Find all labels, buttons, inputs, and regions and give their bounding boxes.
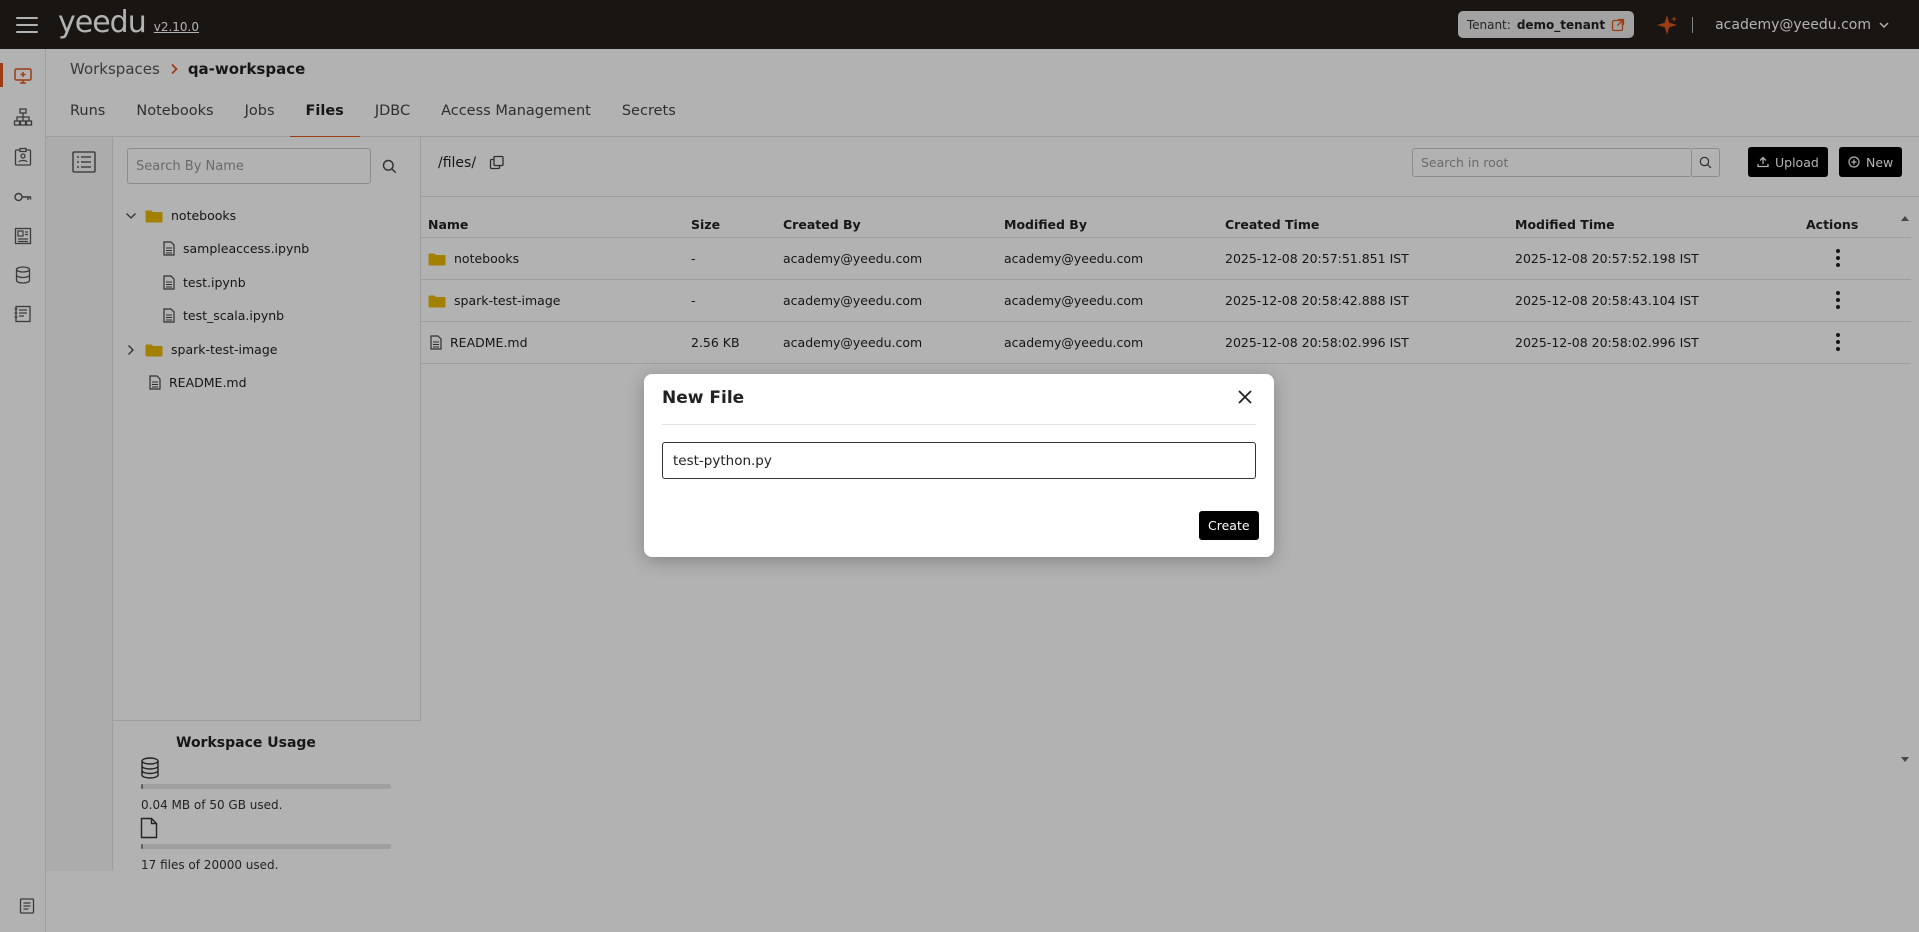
new-file-dialog: New File Create xyxy=(644,374,1274,557)
dialog-divider xyxy=(662,424,1256,425)
close-icon[interactable] xyxy=(1236,388,1254,406)
file-name-input[interactable] xyxy=(662,442,1256,479)
dialog-title: New File xyxy=(662,388,745,408)
create-button[interactable]: Create xyxy=(1199,511,1259,540)
